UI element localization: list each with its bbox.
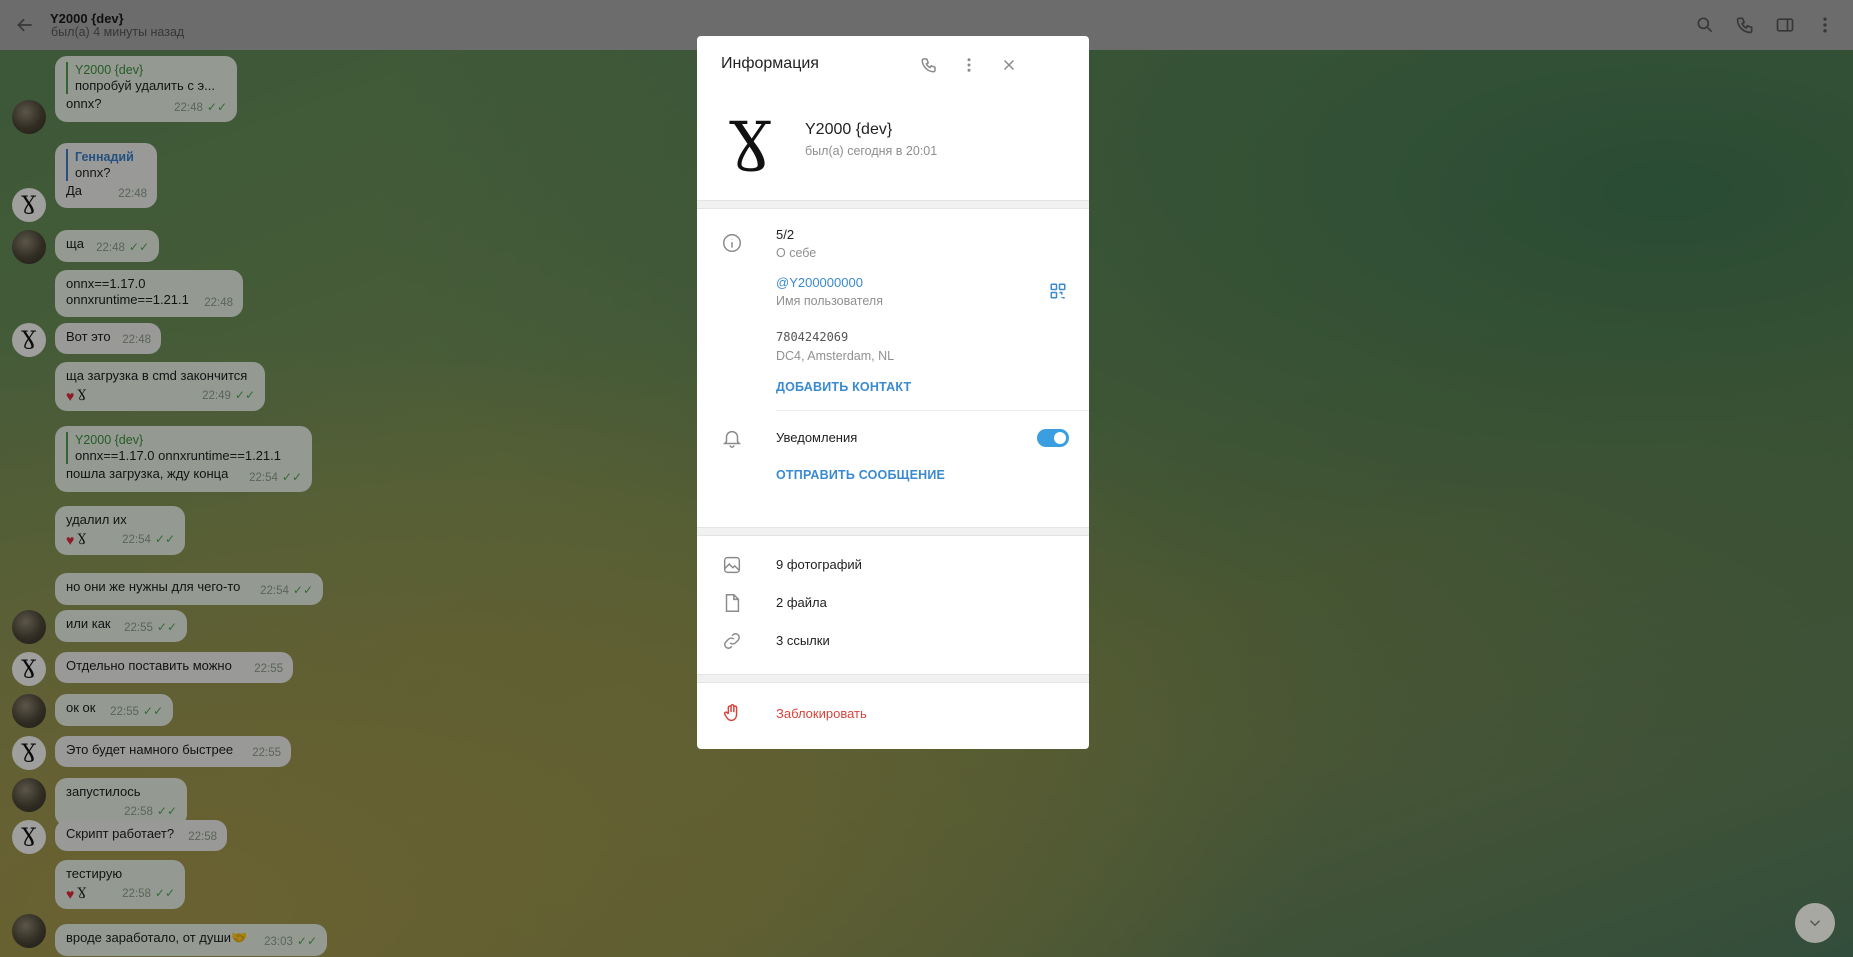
info-icon (721, 232, 743, 254)
hand-stop-icon (721, 702, 743, 724)
link-icon (721, 630, 743, 652)
bio-label: О себе (776, 246, 817, 260)
username-label: Имя пользователя (776, 294, 883, 308)
datacenter-label: DC4, Amsterdam, NL (776, 349, 895, 363)
call-button[interactable] (913, 49, 945, 81)
bell-icon (721, 427, 743, 449)
profile-avatar[interactable]: Ɣ (721, 108, 781, 181)
user-info-dialog: Информация Ɣ Y2000 {dev} был(а) сегодня … (697, 36, 1089, 749)
close-button[interactable] (993, 49, 1025, 81)
notifications-toggle[interactable] (1037, 429, 1069, 447)
scroll-down-button[interactable] (1795, 903, 1835, 943)
add-contact-button[interactable]: ДОБАВИТЬ КОНТАКТ (776, 380, 911, 394)
phone-icon (921, 58, 936, 73)
username-value[interactable]: @Y200000000 (776, 275, 863, 290)
notifications-label: Уведомления (776, 430, 858, 445)
more-vertical-icon (967, 58, 971, 72)
file-icon (721, 592, 743, 614)
block-button[interactable]: Заблокировать (776, 706, 867, 721)
links-link[interactable]: 3 ссылки (776, 633, 830, 648)
profile-name: Y2000 {dev} (805, 121, 893, 138)
close-icon (1003, 59, 1015, 71)
send-message-button[interactable]: ОТПРАВИТЬ СООБЩЕНИЕ (776, 468, 945, 482)
photos-link[interactable]: 9 фотографий (776, 557, 862, 572)
image-icon (721, 554, 743, 576)
qr-code-icon[interactable] (1049, 282, 1067, 300)
files-link[interactable]: 2 файла (776, 595, 827, 610)
more-button[interactable] (953, 49, 985, 81)
dialog-title: Информация (721, 55, 819, 72)
profile-last-seen: был(а) сегодня в 20:01 (805, 144, 938, 158)
phone-value[interactable]: 7804242069 (776, 330, 848, 344)
bio-value[interactable]: 5/2 (776, 227, 794, 242)
chevron-down-icon (1809, 920, 1821, 927)
